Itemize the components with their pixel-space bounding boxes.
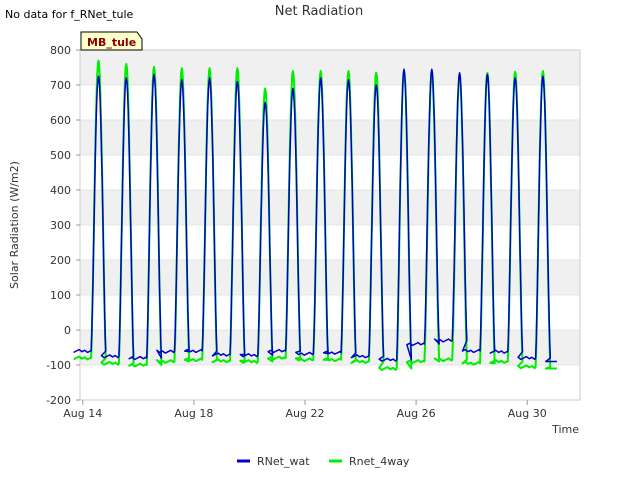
x-axis: Aug 14 Aug 18 Aug 22 Aug 26 Aug 30 xyxy=(63,400,547,420)
background-band xyxy=(80,190,580,225)
chart-title: Net Radiation xyxy=(275,4,363,19)
y-tick-label: 700 xyxy=(50,79,71,92)
y-tick-label: 800 xyxy=(50,44,71,57)
x-tick-label: Aug 22 xyxy=(286,407,325,420)
x-tick-label: Aug 18 xyxy=(174,407,213,420)
background-band xyxy=(80,260,580,295)
legend-label-rnet-4way: Rnet_4way xyxy=(349,455,410,468)
x-tick-label: Aug 26 xyxy=(397,407,436,420)
net-radiation-chart: -200 -100 0 100 200 300 400 500 600 700 800 Aug 14… xyxy=(5,4,581,468)
y-tick-label: 300 xyxy=(50,219,71,232)
y-axis-label: Solar Radiation (W/m2) xyxy=(8,161,21,289)
y-tick-label: 200 xyxy=(50,254,71,267)
legend: RNet_wat Rnet_4way xyxy=(237,455,410,468)
y-tick-label: -200 xyxy=(46,394,71,407)
background-band xyxy=(80,120,580,155)
y-tick-label: 500 xyxy=(50,149,71,162)
no-data-notice: No data for f_RNet_tule xyxy=(5,8,134,21)
x-tick-label: Aug 30 xyxy=(508,407,547,420)
x-axis-label: Time xyxy=(551,423,579,436)
site-badge: MB_tule xyxy=(80,31,143,51)
legend-label-rnet-wat: RNet_wat xyxy=(257,455,310,468)
x-tick-label: Aug 14 xyxy=(63,407,102,420)
y-tick-label: 600 xyxy=(50,114,71,127)
y-tick-label: 0 xyxy=(64,324,71,337)
y-tick-label: -100 xyxy=(46,359,71,372)
y-tick-label: 400 xyxy=(50,184,71,197)
y-tick-label: 100 xyxy=(50,289,71,302)
site-label: MB_tule xyxy=(87,36,136,49)
